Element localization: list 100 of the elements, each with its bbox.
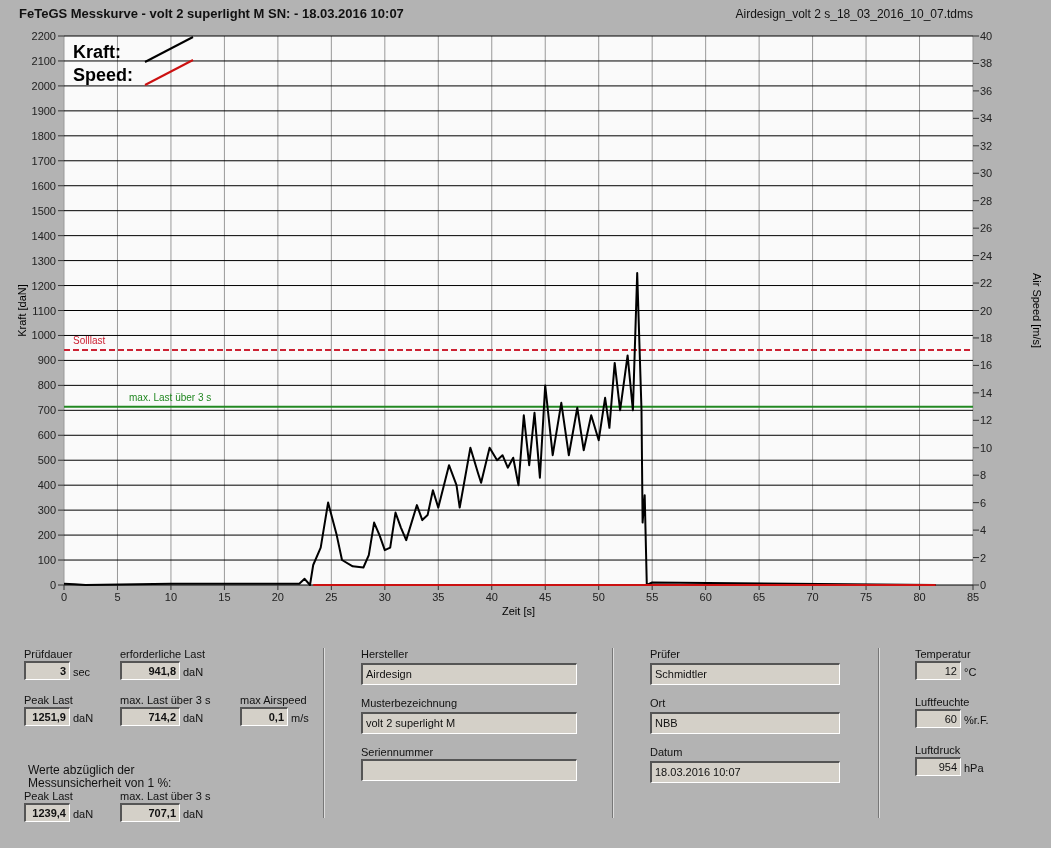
legend-label: Kraft:	[73, 42, 121, 62]
field-label: max. Last über 3 s	[120, 694, 212, 707]
axis-tick-label: 400	[37, 479, 56, 492]
axis-tick-label: 30	[378, 591, 391, 603]
axis-tick-label: 1400	[31, 229, 56, 242]
axis-tick-label: 18	[980, 331, 993, 344]
axis-tick-label: 28	[980, 194, 993, 207]
axis-tick-label: 0	[60, 591, 68, 603]
value-field: 0,1	[240, 707, 288, 726]
field-label: Peak Last	[24, 790, 74, 803]
field-label: max. Last über 3 s	[120, 790, 212, 803]
axis-tick-label: 14	[980, 386, 993, 399]
axis-tick-label: 30	[980, 167, 993, 180]
axis-tick-label: 80	[913, 591, 926, 603]
axis-tick-label: 1900	[31, 104, 56, 117]
axis-tick-label: 32	[980, 139, 993, 152]
window-title: FeTeGS Messkurve - volt 2 superlight M SN: - 18.03.2016 10:07	[19, 5, 404, 24]
axis-tick-label: 34	[980, 112, 993, 125]
field-label: Musterbezeichnung	[361, 697, 458, 710]
unit-label: daN	[73, 710, 94, 726]
axis-tick-label: 22	[980, 277, 993, 290]
axis-tick-label: 1200	[31, 279, 56, 292]
axis-tick-label: 45	[539, 591, 552, 603]
axis-tick-label: 12	[980, 414, 993, 427]
value-field: 954	[915, 757, 961, 776]
field-label: erforderliche Last	[120, 648, 206, 661]
axis-tick-label: 0	[49, 579, 56, 591]
axis-tick-label: 70	[806, 591, 819, 603]
axis-tick-label: 100	[37, 554, 56, 567]
unit-label: hPa	[964, 760, 984, 776]
axis-tick-label: 24	[980, 249, 993, 262]
axis-tick-label: 40	[485, 591, 498, 603]
unit-label: sec	[73, 664, 91, 680]
threshold-label: Solllast	[73, 335, 106, 346]
axis-tick-label: 25	[325, 591, 338, 603]
axis-tick-label: 16	[980, 359, 993, 372]
axis-tick-label: 600	[37, 429, 56, 442]
field-label: Seriennummer	[361, 746, 435, 759]
axis-tick-label: 2000	[31, 79, 56, 92]
axis-tick-label: 2100	[31, 54, 56, 67]
axis-tick-label: 26	[980, 222, 993, 235]
value-field: 707,1	[120, 803, 180, 822]
axis-tick-label: 5	[114, 591, 121, 603]
axis-tick-label: 1700	[31, 154, 56, 167]
axis-tick-label: 38	[980, 57, 993, 70]
axis-tick-label: 10	[164, 591, 178, 603]
unit-label: daN	[73, 806, 94, 822]
axis-tick-label: 8	[980, 469, 987, 482]
field-label: Datum	[650, 746, 684, 759]
axis-tick-label: 2	[980, 551, 987, 564]
field-label: Luftfeuchte	[915, 696, 971, 709]
axis-tick-label: 1800	[31, 129, 56, 142]
value-field: 12	[915, 661, 961, 680]
axis-tick-label: 700	[37, 404, 56, 417]
value-field: 1251,9	[24, 707, 70, 726]
field-label: Prüfdauer	[24, 648, 74, 661]
field-label: max Airspeed	[240, 694, 308, 707]
axis-tick-label: 35	[432, 591, 445, 603]
unit-label: daN	[183, 806, 204, 822]
axis-tick-label: 85	[966, 591, 980, 603]
unit-label: daN	[183, 664, 204, 680]
field-label: Ort	[650, 697, 667, 710]
value-field: 60	[915, 709, 961, 728]
field-label: Peak Last	[24, 694, 74, 707]
value-field: 3	[24, 661, 70, 680]
field-label: Prüfer	[650, 648, 681, 661]
field-label: Luftdruck	[915, 744, 962, 757]
x-axis-title: Zeit [s]	[502, 605, 535, 617]
y-axis-title: Air Speed [m/s]	[1031, 272, 1043, 349]
axis-tick-label: 6	[980, 496, 987, 509]
axis-tick-label: 20	[980, 304, 993, 317]
threshold-label: max. Last über 3 s	[129, 391, 212, 403]
axis-tick-label: 0	[980, 579, 987, 591]
axis-tick-label: 4	[980, 524, 987, 537]
axis-tick-label: 10	[980, 441, 993, 454]
axis-tick-label: 1100	[32, 304, 56, 317]
axis-tick-label: 2200	[31, 30, 56, 42]
axis-tick-label: 1500	[31, 204, 56, 217]
axis-tick-label: 1000	[31, 329, 56, 342]
legend-line	[144, 59, 194, 86]
axis-tick-label: 60	[699, 591, 712, 603]
axis-tick-label: 200	[37, 529, 56, 542]
axis-tick-label: 36	[980, 84, 993, 97]
unit-label: °C	[964, 664, 977, 680]
axis-tick-label: 50	[592, 591, 605, 603]
file-name: Airdesign_volt 2 s_18_03_2016_10_07.tdms	[735, 6, 973, 23]
unit-label: m/s	[291, 710, 309, 726]
axis-tick-label: 1600	[31, 179, 56, 192]
axis-tick-label: 40	[980, 30, 993, 42]
field-label: Temperatur	[915, 648, 972, 661]
field-label: Hersteller	[361, 648, 410, 661]
y-axis-title: Kraft [daN]	[16, 284, 28, 337]
axis-tick-label: 800	[37, 379, 56, 392]
axis-tick-label: 55	[646, 591, 659, 603]
axis-tick-label: 65	[753, 591, 766, 603]
unit-label: daN	[183, 710, 204, 726]
note-text: Werte abzüglich der Messunsicherheit von 1 %:	[27, 764, 173, 790]
value-field: 941,8	[120, 661, 180, 680]
axis-tick-label: 900	[37, 354, 56, 367]
axis-tick-label: 500	[37, 454, 56, 467]
